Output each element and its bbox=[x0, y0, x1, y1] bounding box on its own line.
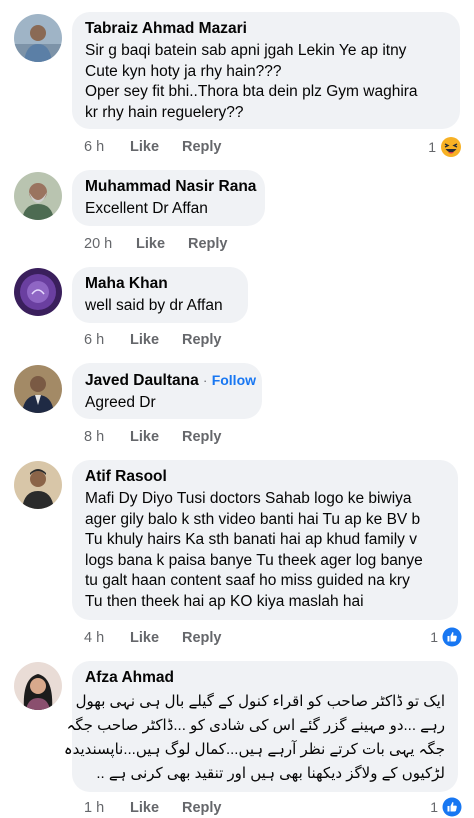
like-button[interactable]: Like bbox=[130, 139, 182, 155]
follow-button[interactable]: Follow bbox=[212, 372, 256, 388]
comment-bubble: Tabraiz Ahmad Mazari Sir g baqi batein s… bbox=[72, 12, 460, 129]
comment-text: ایک تو ڈاکٹر صاحب کو اقراء کنول کے گیلے … bbox=[63, 693, 445, 782]
comment-bubble: Afza Ahmad ایک تو ڈاکٹر صاحب کو اقراء کن… bbox=[63, 661, 458, 792]
comment-bubble: Muhammad Nasir Rana Excellent Dr Affan bbox=[72, 170, 265, 226]
comment-actions: 20 h Like Reply bbox=[84, 234, 228, 254]
comment-actions: 4 h Like Reply bbox=[84, 628, 222, 648]
timestamp[interactable]: 20 h bbox=[84, 236, 136, 252]
comment-text: Mafi Dy Diyo Tusi doctors Sahab logo ke … bbox=[85, 490, 423, 610]
comment-actions: 1 h Like Reply bbox=[84, 798, 222, 818]
reaction-summary[interactable]: 1 bbox=[430, 626, 462, 648]
comment-author[interactable]: Tabraiz Ahmad Mazari bbox=[85, 19, 447, 39]
author-name[interactable]: Javed Daultana bbox=[85, 372, 199, 389]
comment-actions: 6 h Like Reply bbox=[84, 137, 222, 157]
like-button[interactable]: Like bbox=[130, 332, 182, 348]
reply-button[interactable]: Reply bbox=[182, 429, 222, 445]
avatar[interactable] bbox=[14, 461, 62, 509]
comment-author[interactable]: Atif Rasool bbox=[85, 467, 445, 487]
reaction-count: 1 bbox=[428, 139, 436, 155]
avatar[interactable] bbox=[14, 662, 62, 710]
like-icon bbox=[442, 797, 462, 817]
timestamp[interactable]: 4 h bbox=[84, 630, 130, 646]
reply-button[interactable]: Reply bbox=[182, 630, 222, 646]
comment-text: well said by dr Affan bbox=[85, 297, 223, 314]
reaction-summary[interactable]: 1 bbox=[430, 796, 462, 818]
reply-button[interactable]: Reply bbox=[182, 139, 222, 155]
avatar[interactable] bbox=[14, 365, 62, 413]
avatar[interactable] bbox=[14, 14, 62, 62]
reply-button[interactable]: Reply bbox=[182, 332, 222, 348]
comment-actions: 6 h Like Reply bbox=[84, 330, 222, 350]
comment-text: Sir g baqi batein sab apni jgah Lekin Ye… bbox=[85, 42, 418, 121]
comment-author[interactable]: Muhammad Nasir Rana bbox=[85, 177, 256, 197]
comment-bubble: Javed Daultana · Follow Agreed Dr bbox=[72, 363, 262, 419]
comment-bubble: Atif Rasool Mafi Dy Diyo Tusi doctors Sa… bbox=[72, 460, 458, 620]
haha-icon bbox=[441, 137, 461, 157]
timestamp[interactable]: 6 h bbox=[84, 332, 130, 348]
separator-dot: · bbox=[203, 373, 208, 388]
reaction-count: 1 bbox=[430, 629, 438, 645]
comment-author: Javed Daultana · Follow bbox=[85, 370, 256, 391]
like-button[interactable]: Like bbox=[136, 236, 188, 252]
comment-actions: 8 h Like Reply bbox=[84, 427, 222, 447]
comment-author[interactable]: Afza Ahmad bbox=[85, 668, 445, 688]
like-button[interactable]: Like bbox=[130, 630, 182, 646]
comment-text: Excellent Dr Affan bbox=[85, 200, 208, 217]
comment-bubble: Maha Khan well said by dr Affan bbox=[72, 267, 248, 323]
reaction-count: 1 bbox=[430, 799, 438, 815]
avatar[interactable] bbox=[14, 268, 62, 316]
comment-author[interactable]: Maha Khan bbox=[85, 274, 235, 294]
avatar[interactable] bbox=[14, 172, 62, 220]
timestamp[interactable]: 8 h bbox=[84, 429, 130, 445]
like-button[interactable]: Like bbox=[130, 429, 182, 445]
comment-text: Agreed Dr bbox=[85, 394, 156, 411]
reply-button[interactable]: Reply bbox=[188, 236, 228, 252]
like-icon bbox=[442, 627, 462, 647]
timestamp[interactable]: 6 h bbox=[84, 139, 130, 155]
reaction-summary[interactable]: 1 bbox=[428, 136, 462, 158]
